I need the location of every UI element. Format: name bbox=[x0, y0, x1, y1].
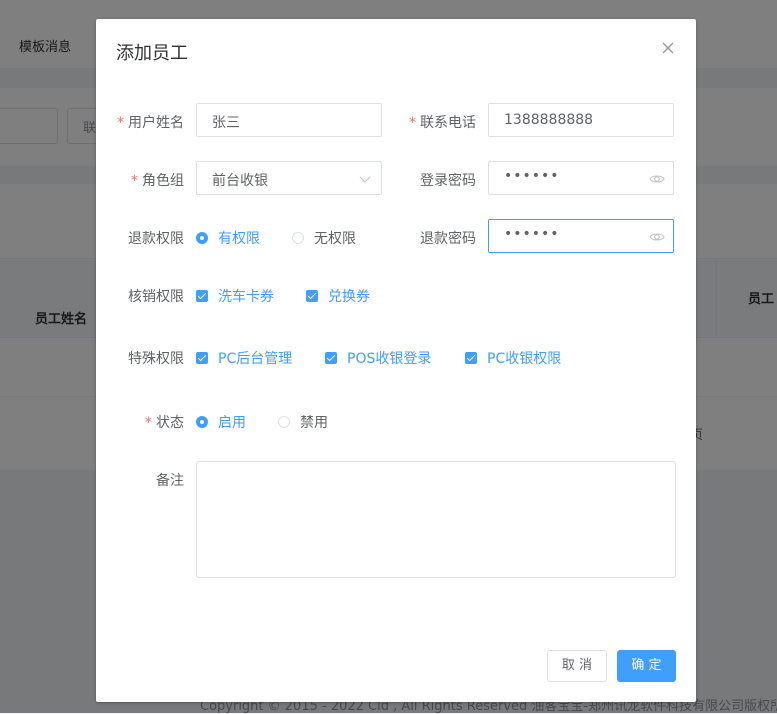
required-mark: * bbox=[145, 415, 152, 431]
radio-dot bbox=[278, 416, 290, 428]
remark-label: 备注 bbox=[156, 473, 184, 489]
checkbox-label: 洗车卡券 bbox=[218, 289, 274, 305]
close-icon[interactable] bbox=[658, 38, 678, 58]
refund-permission-radio-no[interactable]: 无权限 bbox=[292, 228, 356, 248]
radio-label: 无权限 bbox=[314, 231, 356, 247]
checkbox-box bbox=[325, 352, 337, 364]
eye-icon[interactable] bbox=[649, 229, 665, 245]
eye-icon[interactable] bbox=[649, 171, 665, 187]
radio-label: 启用 bbox=[218, 415, 246, 431]
role-value: 前台收银 bbox=[212, 173, 268, 189]
status-label-text: 状态 bbox=[156, 415, 184, 431]
checkbox-pos-login[interactable]: POS收银登录 bbox=[325, 348, 431, 368]
username-label: * 用户姓名 bbox=[96, 112, 184, 132]
username-value: 张三 bbox=[212, 115, 240, 131]
radio-dot bbox=[196, 416, 208, 428]
radio-label: 有权限 bbox=[218, 231, 260, 247]
radio-dot bbox=[196, 232, 208, 244]
phone-value: 1388888888 bbox=[504, 112, 594, 128]
refund-password-label: 退款密码 bbox=[420, 231, 476, 247]
status-label: * 状态 bbox=[96, 412, 184, 432]
required-mark: * bbox=[131, 173, 138, 189]
phone-label: * 联系电话 bbox=[388, 112, 476, 132]
special-permission-label: 特殊权限 bbox=[128, 351, 184, 367]
required-mark: * bbox=[409, 115, 416, 131]
login-password-value: •••••• bbox=[504, 168, 560, 184]
chevron-down-icon bbox=[359, 173, 371, 185]
checkbox-box bbox=[196, 290, 208, 302]
checkbox-exchange-voucher[interactable]: 兑换券 bbox=[306, 286, 370, 306]
checkbox-box bbox=[465, 352, 477, 364]
checkbox-label: PC收银权限 bbox=[487, 351, 562, 367]
role-label: * 角色组 bbox=[96, 170, 184, 190]
checkbox-box bbox=[196, 352, 208, 364]
username-input[interactable]: 张三 bbox=[196, 103, 382, 137]
username-label-text: 用户姓名 bbox=[128, 115, 184, 131]
checkbox-pc-cashier[interactable]: PC收银权限 bbox=[465, 348, 561, 368]
phone-label-text: 联系电话 bbox=[420, 115, 476, 131]
refund-password-input[interactable]: •••••• bbox=[488, 219, 674, 253]
status-radio-disabled[interactable]: 禁用 bbox=[278, 412, 328, 432]
confirm-button[interactable]: 确 定 bbox=[617, 650, 676, 682]
checkbox-box bbox=[306, 290, 318, 302]
refund-password-value: •••••• bbox=[504, 226, 560, 242]
radio-dot bbox=[292, 232, 304, 244]
login-password-input[interactable]: •••••• bbox=[488, 161, 674, 195]
remark-textarea[interactable] bbox=[196, 461, 676, 578]
writeoff-permission-label: 核销权限 bbox=[128, 289, 184, 305]
required-mark: * bbox=[117, 115, 124, 131]
login-password-label: 登录密码 bbox=[420, 173, 476, 189]
refund-permission-radio-yes[interactable]: 有权限 bbox=[196, 228, 260, 248]
checkbox-label: PC后台管理 bbox=[218, 351, 293, 367]
refund-permission-label: 退款权限 bbox=[128, 231, 184, 247]
role-select[interactable]: 前台收银 bbox=[196, 161, 382, 195]
phone-input[interactable]: 1388888888 bbox=[488, 103, 674, 137]
cancel-button[interactable]: 取 消 bbox=[547, 650, 607, 682]
dialog-title: 添加员工 bbox=[116, 43, 188, 64]
checkbox-pc-admin[interactable]: PC后台管理 bbox=[196, 348, 292, 368]
add-employee-dialog: 添加员工 * 用户姓名 张三 * 联系电话 1388888888 * 角色组 前台收银… bbox=[96, 19, 696, 702]
role-label-text: 角色组 bbox=[142, 173, 184, 189]
radio-label: 禁用 bbox=[300, 415, 328, 431]
checkbox-label: 兑换券 bbox=[328, 289, 370, 305]
checkbox-car-wash-voucher[interactable]: 洗车卡券 bbox=[196, 286, 274, 306]
checkbox-label: POS收银登录 bbox=[347, 351, 432, 367]
status-radio-enabled[interactable]: 启用 bbox=[196, 412, 246, 432]
